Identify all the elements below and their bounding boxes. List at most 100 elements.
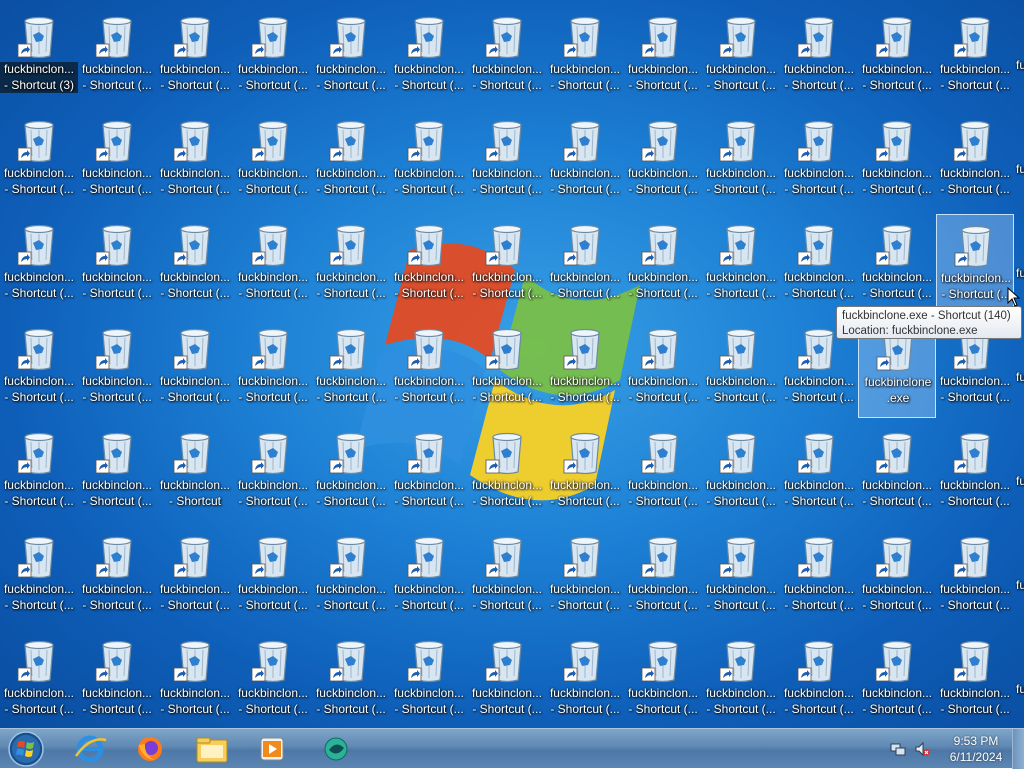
desktop-shortcut-icon[interactable]: fuckbinclon... - Shortcut (... [390, 318, 468, 418]
show-desktop-button[interactable] [1012, 729, 1024, 769]
desktop-shortcut-icon[interactable]: fuckbinclon... - Shortcut (... [858, 630, 936, 728]
desktop-shortcut-icon[interactable]: fuckbinclon... - Shortcut (... [390, 630, 468, 728]
network-icon[interactable] [890, 741, 906, 757]
desktop-shortcut-icon[interactable]: fuckbinclon... - Shortcut (... [78, 318, 156, 418]
desktop-shortcut-icon[interactable]: fuckbinclon... - Shortcut (... [0, 214, 78, 314]
desktop-shortcut-icon[interactable]: fuckbinclon... - Shortcut (... [468, 526, 546, 626]
desktop-shortcut-icon[interactable]: fuckbinclon... - Shortcut (... [468, 630, 546, 728]
desktop-shortcut-icon[interactable]: fuckbinclon... - Shortcut (... [624, 422, 702, 522]
desktop-shortcut-icon[interactable]: fuckbinclon... - Shortcut (... [702, 422, 780, 522]
desktop-shortcut-icon[interactable]: fuckbinclon... - Shortcut (... [156, 214, 234, 314]
desktop-shortcut-icon[interactable]: fuckbinclon... - Shortcut (... [78, 214, 156, 314]
desktop-shortcut-icon[interactable]: fuckbinclon... - Shortcut (... [858, 214, 936, 314]
desktop-shortcut-icon[interactable]: fuckbinclon... - Shortcut (... [156, 526, 234, 626]
desktop-shortcut-icon[interactable]: fuckbinclon... - Shortcut (... [78, 526, 156, 626]
desktop-shortcut-icon[interactable]: fuckbinclon... - Shortcut (... [78, 630, 156, 728]
desktop-shortcut-icon[interactable]: fuckbinclon... - Shortcut (... [702, 110, 780, 210]
desktop-shortcut-icon[interactable]: fuckbinclon... - Shortcut (... [312, 6, 390, 106]
desktop-shortcut-icon[interactable]: fuckbinclon... - Shortcut (... [156, 318, 234, 418]
desktop-shortcut-icon[interactable]: fuckbinclon... - Shortcut (... [780, 630, 858, 728]
desktop-shortcut-icon[interactable]: fuckbinclon... - Shortcut (... [156, 630, 234, 728]
desktop-shortcut-icon[interactable]: fuckbinclon... - Shortcut (... [390, 422, 468, 522]
desktop-shortcut-icon[interactable]: fuckbinclon... - Shortcut (... [780, 526, 858, 626]
internet-explorer-icon[interactable] [68, 732, 112, 766]
desktop-shortcut-icon[interactable]: fuckbinclon... - Shortcut (... [390, 214, 468, 314]
desktop-shortcut-icon[interactable]: fuckbinclon... - Shortcut (... [624, 214, 702, 314]
desktop-shortcut-icon[interactable]: fuckbinclon... - Shortcut (... [546, 6, 624, 106]
desktop-shortcut-icon[interactable]: fuckbinclon... - Shortcut (... [702, 526, 780, 626]
desktop-shortcut-icon[interactable]: fuckbinclon... - Shortcut (... [390, 6, 468, 106]
desktop-shortcut-icon[interactable]: fuckbinclon... - Shortcut (... [858, 526, 936, 626]
desktop-shortcut-icon[interactable]: fuckbinclon... - Shortcut (... [546, 422, 624, 522]
desktop-shortcut-icon[interactable]: fuckbinclon... - Shortcut (... [624, 630, 702, 728]
shortcut-arrow-icon [251, 43, 266, 58]
desktop-shortcut-icon[interactable]: fuckbinclon... - Shortcut (... [624, 6, 702, 106]
firefox-icon[interactable] [128, 732, 172, 766]
desktop-shortcut-icon[interactable]: fuckbinclon... - Shortcut (... [858, 110, 936, 210]
desktop-shortcut-icon[interactable]: fuckbinclon... - Shortcut (... [936, 110, 1014, 210]
windows-explorer-icon[interactable] [190, 732, 234, 766]
desktop-shortcut-icon[interactable]: fuckbinclon... - Shortcut (... [312, 422, 390, 522]
desktop-shortcut-icon[interactable]: fuckbinclon... - Shortcut (... [780, 214, 858, 314]
desktop-shortcut-icon[interactable]: fuckbinclon... - Shortcut (... [936, 422, 1014, 522]
start-button[interactable] [6, 730, 46, 768]
desktop-shortcut-icon[interactable]: fuckbinclon... - Shortcut (... [624, 318, 702, 418]
desktop-shortcut-icon[interactable]: fuckbinclon... - Shortcut (... [702, 6, 780, 106]
desktop-shortcut-icon[interactable]: fuckbinclon... - Shortcut (... [156, 6, 234, 106]
desktop-shortcut-icon[interactable]: fuckbinclon... - Shortcut (... [546, 110, 624, 210]
desktop[interactable]: fuckbinclon... - Shortcut (3) fuckbinclo… [0, 0, 1024, 728]
desktop-shortcut-icon[interactable]: fuckbinclon... - Shortcut (... [858, 422, 936, 522]
desktop-shortcut-icon[interactable]: fuckbinclon... - Shortcut (... [546, 318, 624, 418]
desktop-shortcut-icon[interactable]: fuckbinclon... - Shortcut (... [234, 318, 312, 418]
desktop-shortcut-icon[interactable]: fuckbinclon... - Shortcut (... [780, 6, 858, 106]
desktop-shortcut-icon[interactable]: fuckbinclon... - Shortcut (... [0, 110, 78, 210]
desktop-shortcut-icon[interactable]: fuckbinclon... - Shortcut (... [312, 526, 390, 626]
desktop-shortcut-icon[interactable]: fuckbinclon... - Shortcut (... [0, 630, 78, 728]
desktop-shortcut-icon[interactable]: fuckbinclon... - Shortcut (... [624, 526, 702, 626]
desktop-shortcut-icon[interactable]: fuckbinclon... - Shortcut (... [468, 110, 546, 210]
desktop-shortcut-icon[interactable]: fuckbinclon... - Shortcut (... [936, 214, 1014, 314]
desktop-shortcut-icon[interactable]: fuckbinclon... - Shortcut (... [780, 422, 858, 522]
desktop-shortcut-icon[interactable]: fuckbinclon... - Shortcut (... [390, 526, 468, 626]
desktop-shortcut-icon[interactable]: fuckbinclon... - Shortcut (... [936, 526, 1014, 626]
desktop-shortcut-icon[interactable]: fuckbinclon... - Shortcut (... [546, 214, 624, 314]
desktop-shortcut-icon[interactable]: fuckbinclon... - Shortcut (... [702, 630, 780, 728]
desktop-shortcut-icon[interactable]: fuckbinclon... - Shortcut (... [0, 526, 78, 626]
desktop-shortcut-icon[interactable]: fuckbinclon... - Shortcut (... [234, 6, 312, 106]
desktop-shortcut-icon[interactable]: fuckbinclon... - Shortcut (... [312, 318, 390, 418]
desktop-shortcut-icon[interactable]: fuckbinclon... - Shortcut (... [858, 6, 936, 106]
desktop-shortcut-icon[interactable]: fuckbinclon... - Shortcut (... [234, 526, 312, 626]
desktop-shortcut-icon[interactable]: fuckbinclon... - Shortcut (... [78, 6, 156, 106]
desktop-shortcut-icon[interactable]: fuckbinclon... - Shortcut (... [780, 110, 858, 210]
desktop-shortcut-icon[interactable]: fuckbinclon... - Shortcut (... [936, 6, 1014, 106]
media-player-icon[interactable] [250, 732, 294, 766]
desktop-shortcut-icon[interactable]: fuckbinclon... - Shortcut (... [936, 630, 1014, 728]
desktop-shortcut-icon[interactable]: fuckbinclon... - Shortcut (... [78, 422, 156, 522]
desktop-shortcut-icon[interactable]: fuckbinclon... - Shortcut (... [624, 110, 702, 210]
desktop-shortcut-icon[interactable]: fuckbinclon... - Shortcut (... [468, 318, 546, 418]
desktop-shortcut-icon[interactable]: fuckbinclon... - Shortcut (... [390, 110, 468, 210]
desktop-shortcut-icon[interactable]: fuckbinclon... - Shortcut (... [234, 110, 312, 210]
desktop-shortcut-icon[interactable]: fuckbinclon... - Shortcut (... [312, 110, 390, 210]
desktop-shortcut-icon[interactable]: fuckbinclon... - Shortcut (... [546, 630, 624, 728]
green-app-icon[interactable] [314, 732, 358, 766]
desktop-shortcut-icon[interactable]: fuckbinclon... - Shortcut [156, 422, 234, 522]
desktop-shortcut-icon[interactable]: fuckbinclon... - Shortcut (... [0, 422, 78, 522]
desktop-shortcut-icon[interactable]: fuckbinclon... - Shortcut (... [234, 214, 312, 314]
desktop-shortcut-icon[interactable]: fuckbinclon... - Shortcut (3) [0, 6, 78, 106]
clock[interactable]: 9:53 PM 6/11/2024 [944, 733, 1008, 765]
desktop-shortcut-icon[interactable]: fuckbinclon... - Shortcut (... [78, 110, 156, 210]
desktop-shortcut-icon[interactable]: fuckbinclon... - Shortcut (... [468, 422, 546, 522]
desktop-shortcut-icon[interactable]: fuckbinclon... - Shortcut (... [0, 318, 78, 418]
desktop-shortcut-icon[interactable]: fuckbinclon... - Shortcut (... [312, 214, 390, 314]
desktop-shortcut-icon[interactable]: fuckbinclon... - Shortcut (... [234, 422, 312, 522]
desktop-shortcut-icon[interactable]: fuckbinclon... - Shortcut (... [702, 214, 780, 314]
desktop-shortcut-icon[interactable]: fuckbinclon... - Shortcut (... [312, 630, 390, 728]
desktop-shortcut-icon[interactable]: fuckbinclon... - Shortcut (... [468, 6, 546, 106]
volume-muted-icon[interactable] [914, 741, 930, 757]
desktop-shortcut-icon[interactable]: fuckbinclon... - Shortcut (... [468, 214, 546, 314]
desktop-shortcut-icon[interactable]: fuckbinclon... - Shortcut (... [234, 630, 312, 728]
desktop-shortcut-icon[interactable]: fuckbinclon... - Shortcut (... [156, 110, 234, 210]
desktop-shortcut-icon[interactable]: fuckbinclon... - Shortcut (... [702, 318, 780, 418]
desktop-shortcut-icon[interactable]: fuckbinclon... - Shortcut (... [546, 526, 624, 626]
